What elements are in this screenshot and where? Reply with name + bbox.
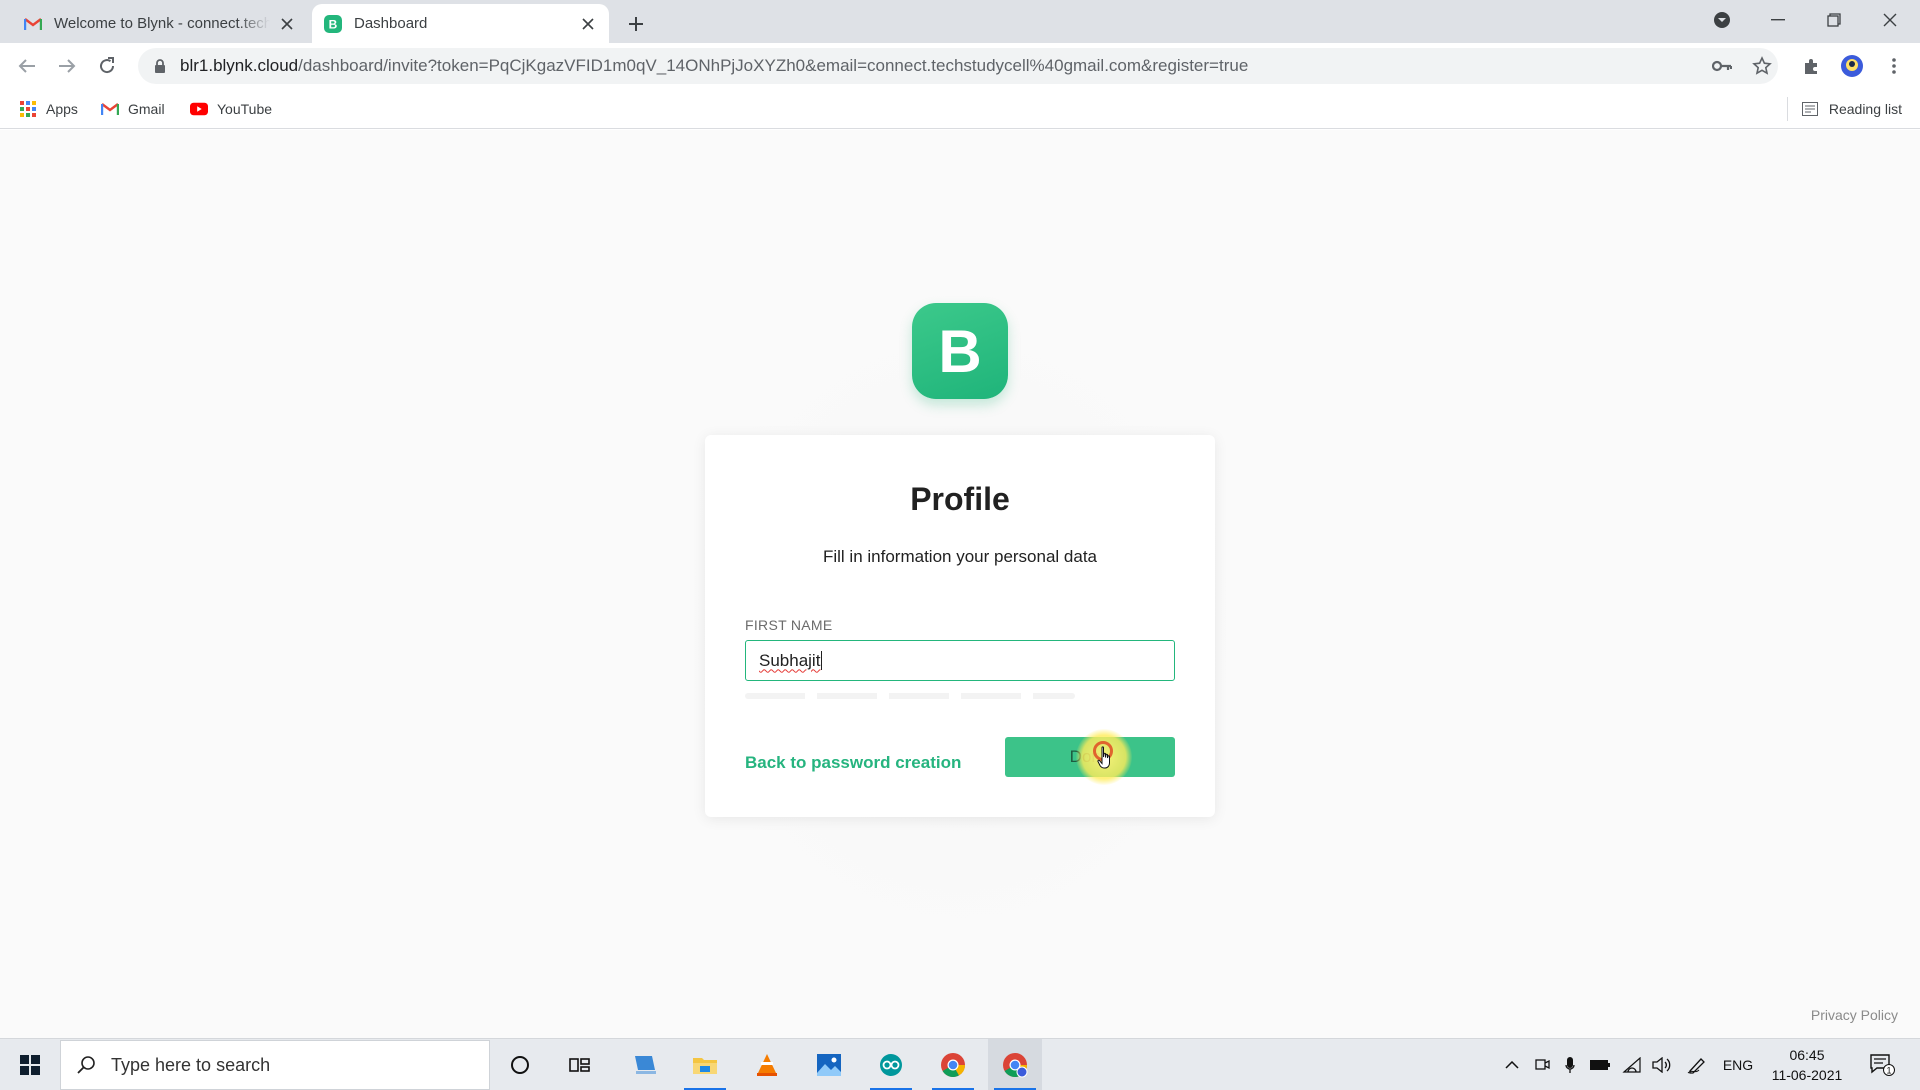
- close-tab-icon[interactable]: [278, 15, 296, 33]
- logo-letter: B: [938, 317, 982, 385]
- windows-start-icon[interactable]: [3, 1039, 57, 1090]
- page-subtitle: Fill in information your personal data: [822, 547, 1098, 566]
- bookmark-label: Gmail: [128, 101, 165, 117]
- cortana-icon[interactable]: [493, 1039, 547, 1090]
- close-window-icon[interactable]: [1862, 0, 1918, 40]
- blynk-favicon: B: [324, 14, 342, 33]
- bookmark-label: YouTube: [217, 101, 273, 117]
- gmail-icon: [24, 15, 42, 33]
- kebab-menu-icon[interactable]: [1880, 52, 1908, 80]
- url-path: /dashboard/invite?token=PqCjKgazVFID1m0q…: [298, 56, 1249, 75]
- apps-grid-icon: [19, 100, 37, 118]
- clock-date: 11-06-2021: [1771, 1067, 1843, 1083]
- first-name-label: FIRST NAME: [745, 617, 833, 633]
- notification-count: 1: [1886, 1066, 1891, 1076]
- tab-search-icon[interactable]: [1694, 0, 1750, 40]
- tab-title: Welcome to Blynk - connect.techstudycell…: [54, 15, 270, 32]
- blynk-logo: B: [912, 303, 1008, 399]
- reload-icon[interactable]: [93, 52, 121, 80]
- file-explorer-icon[interactable]: [678, 1039, 732, 1090]
- restore-icon[interactable]: [1806, 0, 1862, 40]
- photos-icon[interactable]: [802, 1039, 856, 1090]
- action-center-icon[interactable]: 1: [1862, 1039, 1902, 1090]
- new-tab-icon[interactable]: [622, 10, 650, 38]
- vlc-icon[interactable]: [740, 1039, 794, 1090]
- profile-avatar-icon[interactable]: [1838, 52, 1866, 80]
- privacy-policy-link[interactable]: Privacy Policy: [1811, 1007, 1898, 1023]
- minimize-icon[interactable]: [1750, 0, 1806, 40]
- volume-icon[interactable]: [1648, 1039, 1676, 1090]
- language-indicator[interactable]: ENG: [1716, 1039, 1760, 1090]
- url-host: blr1.blynk.cloud: [180, 56, 299, 75]
- tab-gmail[interactable]: Welcome to Blynk - connect.techstudycell…: [12, 4, 308, 43]
- search-placeholder: Type here to search: [111, 1054, 271, 1075]
- close-tab-icon[interactable]: [579, 15, 597, 33]
- text-caret: [821, 651, 823, 670]
- pen-ink-icon[interactable]: [1682, 1039, 1712, 1090]
- svg-text:B: B: [329, 17, 338, 31]
- search-icon: [75, 1054, 97, 1076]
- tab-dashboard[interactable]: B Dashboard: [312, 4, 609, 43]
- back-to-password-link[interactable]: Back to password creation: [745, 753, 961, 773]
- system-clock[interactable]: 06:45 11-06-2021: [1762, 1045, 1852, 1085]
- profile-card: Profile Fill in information your persona…: [705, 435, 1215, 817]
- reading-list-label: Reading list: [1828, 101, 1902, 117]
- done-button[interactable]: Done: [1005, 737, 1175, 777]
- taskbar-search-box[interactable]: Type here to search: [60, 1040, 490, 1090]
- reading-list-icon: [1801, 100, 1820, 118]
- first-name-field[interactable]: Subhajit: [745, 640, 1175, 681]
- task-view-icon[interactable]: [553, 1039, 607, 1090]
- bookmark-gmail[interactable]: Gmail: [101, 97, 165, 121]
- faded-helper-text: [745, 693, 1075, 699]
- url-text: blr1.blynk.cloud/dashboard/invite?token=…: [180, 56, 1248, 76]
- meet-now-icon[interactable]: [1530, 1039, 1554, 1090]
- address-bar[interactable]: blr1.blynk.cloud/dashboard/invite?token=…: [138, 48, 1778, 84]
- forward-arrow-icon[interactable]: [53, 52, 81, 80]
- first-name-value: Subhajit: [759, 650, 821, 670]
- arduino-icon[interactable]: [864, 1039, 918, 1090]
- reading-list-button[interactable]: Reading list: [1786, 97, 1902, 121]
- screen: Welcome to Blynk - connect.techstudycell…: [0, 0, 1920, 1090]
- clock-time: 06:45: [1789, 1047, 1825, 1063]
- wifi-icon[interactable]: [1618, 1039, 1646, 1090]
- back-arrow-icon[interactable]: [13, 52, 41, 80]
- microphone-icon[interactable]: [1558, 1039, 1582, 1090]
- bookmark-star-icon[interactable]: [1748, 52, 1776, 80]
- chrome-icon[interactable]: [926, 1039, 980, 1090]
- extensions-puzzle-icon[interactable]: [1798, 52, 1826, 80]
- tab-title: Dashboard: [354, 15, 428, 32]
- windows-taskbar: Type here to search ENG 06:45 11-06-2021…: [0, 1038, 1920, 1090]
- show-hidden-icons-chevron-icon[interactable]: [1500, 1039, 1524, 1090]
- bookmark-apps[interactable]: Apps: [19, 97, 78, 121]
- browser-toolbar: blr1.blynk.cloud/dashboard/invite?token=…: [0, 43, 1920, 89]
- chrome-profile-icon[interactable]: [988, 1039, 1042, 1090]
- youtube-icon: [190, 100, 208, 118]
- battery-icon[interactable]: [1586, 1039, 1614, 1090]
- gmail-icon: [101, 100, 119, 118]
- key-icon[interactable]: [1708, 52, 1736, 80]
- bookmark-youtube[interactable]: YouTube: [190, 97, 272, 121]
- page-content: B Profile Fill in information your perso…: [0, 130, 1920, 1038]
- pc-app-icon[interactable]: [618, 1039, 672, 1090]
- bookmarks-bar: Apps Gmail YouTube Reading list: [0, 89, 1920, 129]
- page-title: Profile: [910, 481, 1010, 517]
- bookmark-label: Apps: [46, 101, 78, 117]
- lock-icon[interactable]: [152, 58, 168, 74]
- browser-tab-strip: Welcome to Blynk - connect.techstudycell…: [0, 0, 1920, 43]
